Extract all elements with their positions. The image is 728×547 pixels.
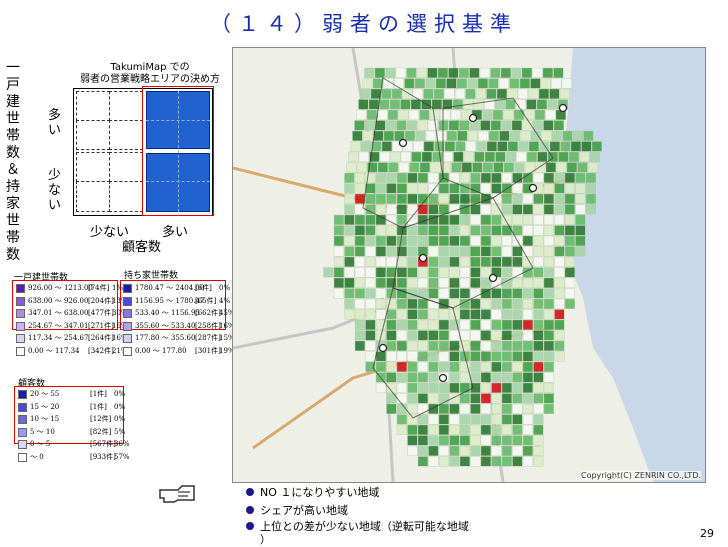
legend-count: [567件]	[90, 440, 116, 448]
legend-count: [74件]	[88, 284, 110, 292]
legend-range: 638.00 ～ 926.00	[28, 296, 89, 305]
matrix-x-many: 多い	[162, 225, 189, 240]
legend-swatch	[123, 346, 132, 356]
legend-range: 1780.47 ～ 2404.00	[135, 284, 205, 292]
legend-swatch	[18, 402, 27, 412]
matrix-vertical-label: 一戸建世帯数＆持家世帯数	[6, 60, 20, 263]
legend-swatch	[16, 296, 25, 306]
legend-swatch	[16, 321, 25, 331]
legend-range: 15 ～ 20	[30, 402, 60, 411]
legend-range: 1156.95 ～ 1780.47	[135, 296, 205, 305]
legend-range: 533.40 ～ 1156.95	[135, 309, 200, 317]
legend-swatch	[123, 334, 132, 343]
bullet-text: 上位との差が少ない地域（逆転可能な地域	[260, 520, 469, 533]
page-number: 29	[700, 527, 714, 540]
legend-range: 254.67 ～ 347.01	[28, 321, 89, 330]
matrix-cell	[109, 120, 143, 150]
legend-percent: 5%	[114, 427, 126, 436]
legend-swatch	[16, 309, 25, 318]
legend-range: 20 ～ 55	[30, 390, 60, 398]
legend-count: [204件]	[88, 296, 114, 305]
legend-count: [287件]	[195, 334, 221, 342]
matrix-cell	[76, 91, 110, 121]
legend-percent: 0%	[114, 402, 126, 411]
area-map[interactable]: Copyright(C) ZENRIN CO.,LTD.	[232, 47, 706, 483]
legend-range: 10 ～ 15	[30, 415, 60, 423]
legend-range: 347.01 ～ 638.00	[28, 309, 89, 317]
legend-count: [271件]	[88, 321, 114, 330]
legend-range: 926.00 ～ 1213.00	[28, 284, 93, 292]
legend-range: 0.00 ～ 177.80	[135, 346, 187, 355]
legend-range: ～ 0	[30, 452, 44, 461]
legend-range: 5 ～ 10	[30, 427, 55, 436]
bullet-text: NO １になりやすい地域	[260, 486, 380, 499]
matrix-x-axis-label: 顧客数	[122, 240, 162, 255]
legend-count: [6件]	[195, 284, 212, 292]
legend-range: 0.00 ～ 117.34	[28, 346, 80, 355]
matrix-cell	[76, 181, 110, 212]
map-canvas	[233, 48, 705, 482]
legend-percent: 0%	[219, 284, 231, 292]
legend-swatch	[18, 440, 27, 449]
matrix-y-few: 少ない	[48, 168, 62, 213]
matrix-cell	[76, 120, 110, 150]
legend-count: [82件]	[90, 427, 112, 436]
legend-count: [662件]	[195, 309, 221, 317]
bullet-icon	[246, 522, 254, 530]
legend-swatch	[16, 284, 25, 293]
legend-count: [264件]	[88, 334, 114, 342]
legend-count: [1件]	[90, 390, 107, 398]
bullet-icon	[246, 488, 254, 496]
matrix-cell	[76, 152, 110, 182]
legend-range: 0 ～ 5	[30, 440, 51, 448]
matrix-caption-line2: 弱者の営業戦略エリアの決め方	[80, 74, 220, 85]
legend-range: 355.60 ～ 533.40	[135, 321, 196, 330]
slide-title: （１４）弱者の選択基準	[210, 12, 518, 36]
legend-count: [65件]	[195, 296, 217, 305]
matrix-cell	[109, 181, 143, 212]
legend-percent: 4%	[219, 296, 231, 305]
legend-range: 117.34 ～ 254.67	[28, 334, 89, 342]
legend-swatch	[123, 284, 132, 293]
legend-swatch	[18, 452, 27, 462]
legend-swatch	[18, 427, 27, 437]
pointing-hand-icon	[158, 482, 198, 504]
bullet-icon	[246, 506, 254, 514]
matrix-cell	[109, 152, 143, 182]
legend-percent: 36%	[114, 440, 130, 448]
legend-count: [933件]	[90, 452, 116, 461]
legend-swatch	[16, 346, 25, 356]
legend-swatch	[18, 415, 27, 424]
legend-count: [477件]	[88, 309, 114, 317]
bullet-text: ）	[260, 533, 271, 546]
legend-count: [1件]	[90, 402, 107, 411]
legend-range: 177.80 ～ 355.60	[135, 334, 196, 342]
legend-swatch	[123, 321, 132, 331]
legend-count: [342件]	[88, 346, 114, 355]
legend-swatch	[16, 334, 25, 343]
legend-percent: 0%	[114, 390, 126, 398]
legend-swatch	[123, 296, 132, 306]
legend-percent: 0%	[114, 415, 126, 423]
legend-swatch	[18, 390, 27, 399]
matrix-y-many: 多い	[48, 108, 62, 138]
legend-count: [301件]	[195, 346, 221, 355]
map-copyright: Copyright(C) ZENRIN CO.,LTD.	[580, 471, 701, 480]
bullet-text: シェアが高い地域	[260, 504, 348, 517]
matrix-highlight-frame	[142, 86, 214, 216]
legend-percent: 1%	[112, 284, 124, 292]
legend-percent: 57%	[114, 452, 130, 461]
legend-swatch	[123, 309, 132, 318]
legend-count: [12件]	[90, 415, 112, 423]
matrix-cell	[109, 91, 143, 121]
legend-count: [258件]	[195, 321, 221, 330]
